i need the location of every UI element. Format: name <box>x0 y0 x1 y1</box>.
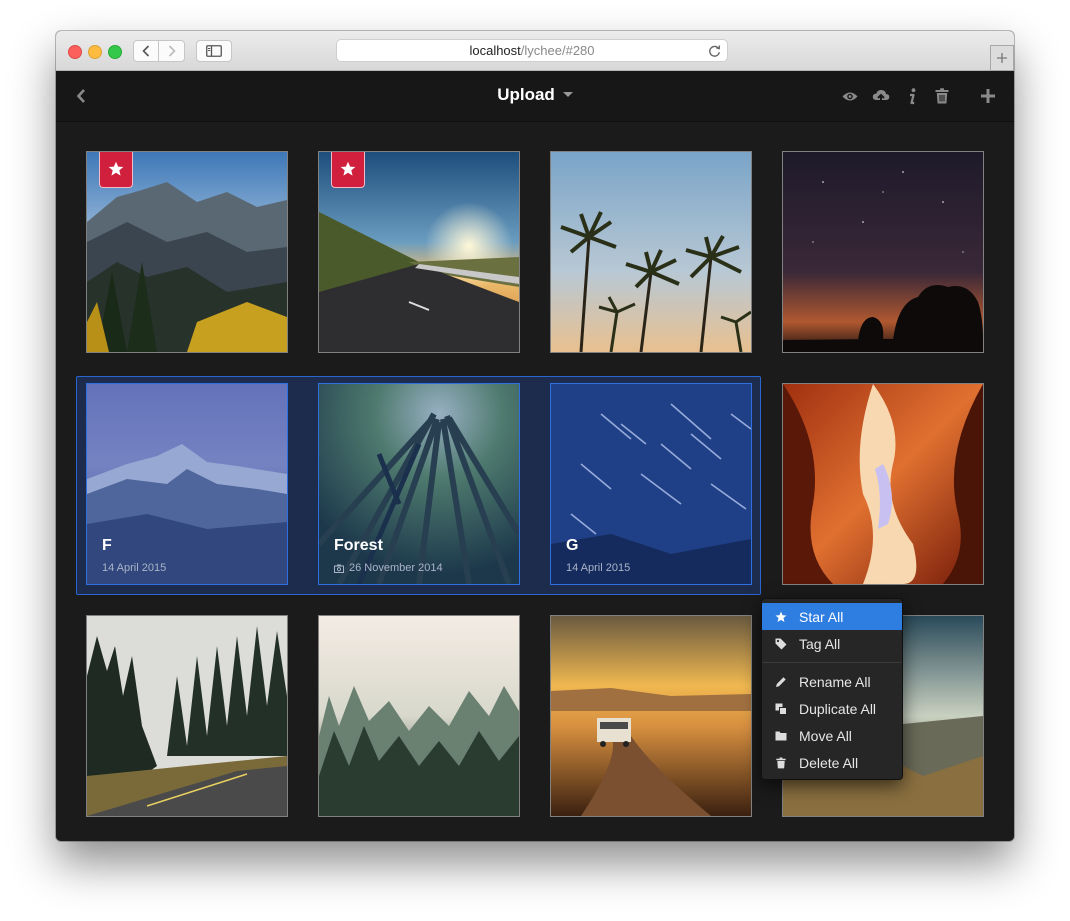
new-tab-button[interactable] <box>990 45 1014 71</box>
url-path: /lychee/#280 <box>520 43 595 58</box>
dropdown-caret-icon <box>562 92 573 97</box>
chevron-right-icon <box>168 45 176 57</box>
star-badge <box>99 152 133 188</box>
browser-toolbar: localhost/lychee/#280 <box>56 31 1014 71</box>
photo-thumbnail[interactable] <box>86 615 288 817</box>
photo-thumbnail[interactable] <box>550 615 752 817</box>
context-menu: Star All Tag All Rename All Duplicate Al… <box>761 598 903 780</box>
share-button[interactable] <box>871 86 891 106</box>
menu-separator <box>762 662 902 663</box>
album-title: Forest <box>334 537 383 554</box>
photo-thumbnail[interactable] <box>86 151 288 353</box>
browser-forward-button[interactable] <box>159 40 185 62</box>
menu-item-label: Move All <box>799 727 852 744</box>
folder-icon <box>774 729 788 743</box>
star-icon <box>108 161 124 176</box>
chevron-left-icon <box>142 45 150 57</box>
visibility-button[interactable] <box>840 86 860 106</box>
zoom-window-button[interactable] <box>108 45 122 59</box>
menu-item-move-all[interactable]: Move All <box>762 722 902 749</box>
add-button[interactable] <box>978 86 998 106</box>
album-thumbnail[interactable]: F 14 April 2015 <box>86 383 288 585</box>
album-overlay: F 14 April 2015 <box>102 537 166 574</box>
info-icon <box>910 87 916 104</box>
star-icon <box>340 161 356 176</box>
trash-icon <box>935 88 949 104</box>
plus-icon <box>981 89 995 103</box>
menu-item-label: Duplicate All <box>799 700 877 717</box>
menu-item-duplicate-all[interactable]: Duplicate All <box>762 695 902 722</box>
minimize-window-button[interactable] <box>88 45 102 59</box>
plus-icon <box>997 53 1007 63</box>
sidebar-icon <box>206 45 222 57</box>
star-badge <box>331 152 365 188</box>
star-icon <box>774 610 788 624</box>
close-window-button[interactable] <box>68 45 82 59</box>
menu-item-delete-all[interactable]: Delete All <box>762 749 902 776</box>
menu-item-star-all[interactable]: Star All <box>762 603 902 630</box>
browser-back-button[interactable] <box>133 40 159 62</box>
album-date: 14 April 2015 <box>566 562 631 574</box>
album-overlay: G 14 April 2015 <box>566 537 630 574</box>
page-title: Upload <box>497 85 555 104</box>
browser-window: localhost/lychee/#280 Upload F 14 April … <box>56 31 1014 841</box>
photo-thumbnail[interactable] <box>782 151 984 353</box>
menu-item-label: Star All <box>799 608 844 625</box>
tag-icon <box>774 637 788 651</box>
info-button[interactable] <box>902 86 922 106</box>
photo-thumbnail[interactable] <box>782 383 984 585</box>
trash-icon <box>774 756 788 770</box>
photo-thumbnail[interactable] <box>550 151 752 353</box>
album-title: G <box>566 537 579 554</box>
menu-item-label: Tag All <box>799 635 841 652</box>
url-host: localhost <box>469 43 521 58</box>
album-thumbnail[interactable]: Forest 26 November 2014 <box>318 383 520 585</box>
reload-icon <box>709 45 721 57</box>
camera-icon <box>334 564 344 573</box>
pencil-icon <box>774 675 788 689</box>
album-overlay: Forest 26 November 2014 <box>334 537 443 574</box>
cloud-upload-icon <box>872 89 890 103</box>
menu-item-rename-all[interactable]: Rename All <box>762 668 902 695</box>
menu-item-label: Rename All <box>799 673 871 690</box>
delete-button[interactable] <box>932 86 952 106</box>
menu-item-label: Delete All <box>799 754 859 771</box>
album-thumbnail[interactable]: G 14 April 2015 <box>550 383 752 585</box>
photo-thumbnail[interactable] <box>318 615 520 817</box>
menu-item-tag-all[interactable]: Tag All <box>762 630 902 657</box>
album-title: F <box>102 537 112 554</box>
photo-thumbnail[interactable] <box>318 151 520 353</box>
lychee-header: Upload <box>56 71 1014 122</box>
address-bar[interactable]: localhost/lychee/#280 <box>336 39 728 62</box>
album-date: 26 November 2014 <box>334 562 443 574</box>
eye-icon <box>842 92 858 100</box>
sidebar-toggle-button[interactable] <box>196 40 232 62</box>
duplicate-icon <box>774 702 788 716</box>
album-date: 14 April 2015 <box>102 562 167 574</box>
reload-button[interactable] <box>708 43 721 64</box>
